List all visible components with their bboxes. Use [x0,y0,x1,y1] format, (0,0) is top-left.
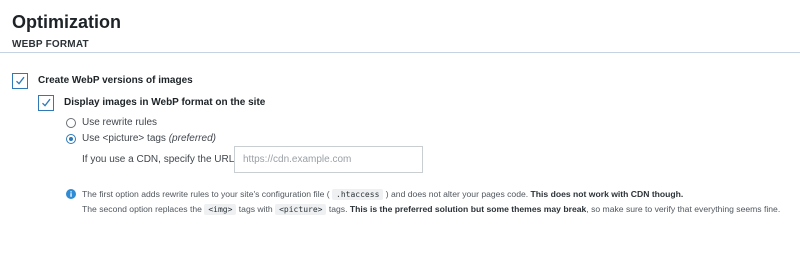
info-icon [66,189,76,199]
display-webp-checkbox[interactable] [38,95,54,111]
img-tag-code: <img> [204,204,237,215]
note-line-2-strong: This is the preferred solution but some … [349,204,587,214]
settings-page: Optimization WEBP FORMAT Create WebP ver… [0,0,800,255]
display-webp-label[interactable]: Display images in WebP format on the sit… [64,97,265,109]
create-webp-label[interactable]: Create WebP versions of images [38,75,193,87]
section-label-webp-format: WEBP FORMAT [12,39,89,50]
htaccess-code: .htaccess [332,189,384,200]
create-webp-checkbox[interactable] [12,73,28,89]
picture-tags-label-row[interactable]: Use <picture> tags (preferred) [82,133,216,145]
note-line-2-text-4: , so make sure to verify that everything… [586,204,781,214]
note-line-2-text: The second option replaces the [82,204,202,214]
checkmark-icon [16,76,25,85]
picture-tags-radio[interactable] [66,134,76,144]
note-line-1-text-2: ) and does not alter your pages code. [385,189,529,199]
page-title: Optimization [12,12,121,32]
note-line-1-strong: This does not work with CDN though. [530,189,684,199]
note-line-2-text-2: tags with [238,204,273,214]
picture-tags-hint: (preferred) [168,133,216,144]
picture-tag-code: <picture> [275,204,327,215]
checkmark-icon [42,98,51,107]
cdn-url-label: If you use a CDN, specify the URL: [82,154,238,165]
note-line-2-text-3: tags. [328,204,348,214]
section-divider [0,52,800,53]
note-line-1: The first option adds rewrite rules to y… [82,188,683,201]
rewrite-rules-radio[interactable] [66,118,76,128]
rewrite-rules-label[interactable]: Use rewrite rules [82,117,157,129]
cdn-url-input[interactable] [234,146,423,173]
note-line-2: The second option replaces the <img> tag… [82,203,780,216]
note-line-1-text: The first option adds rewrite rules to y… [82,189,330,199]
picture-tags-label: Use <picture> tags [82,133,166,144]
